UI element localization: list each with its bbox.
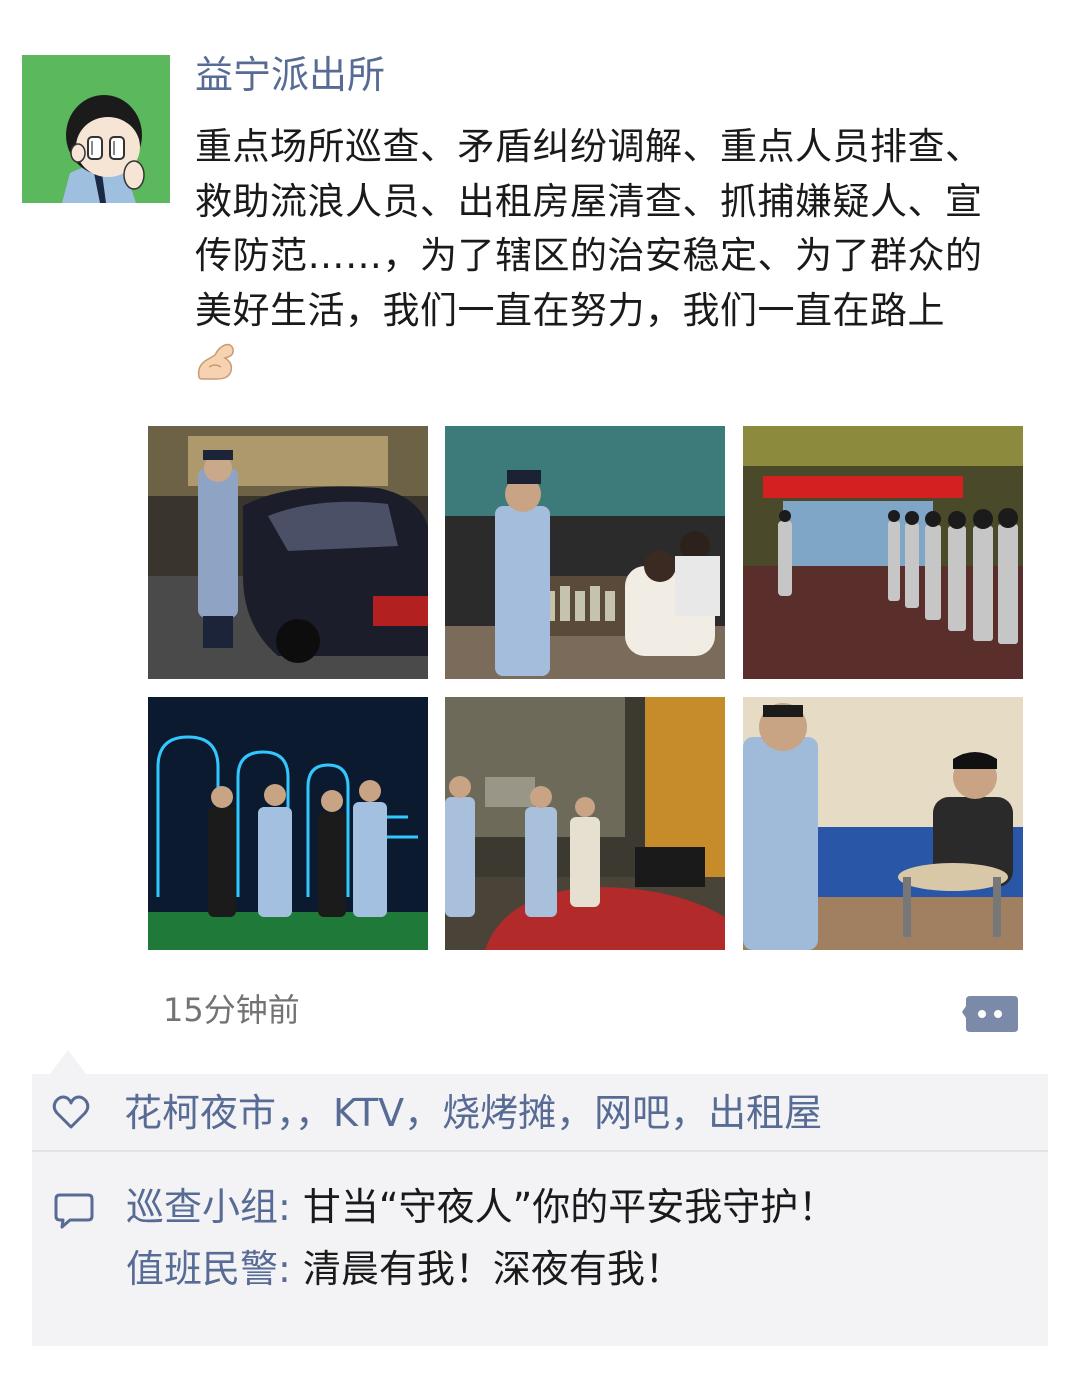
post-timestamp: 15分钟前	[163, 991, 300, 1029]
comment-separator: :	[278, 1185, 303, 1229]
likes-row: 花柯夜市，，KTV，烧烤摊，网吧，出租屋	[32, 1074, 1048, 1150]
likes-divider	[32, 1150, 1048, 1152]
photo-interview-image	[743, 697, 1023, 950]
post-body-text: 重点场所巡查、矛盾纠纷调解、重点人员排查、救助流浪人员、出租房屋清查、抓捕嫌疑人…	[195, 125, 983, 332]
comment-author[interactable]: 值班民警	[126, 1247, 278, 1291]
comment-icon	[54, 1193, 94, 1229]
flexed-biceps-emoji	[197, 343, 234, 380]
photo-ktv-inspection[interactable]	[148, 697, 428, 950]
photo-interview[interactable]	[743, 697, 1023, 950]
comment-text: 甘当“守夜人”你的平安我守护！	[302, 1185, 837, 1229]
photo-patrol-car-image	[148, 426, 428, 679]
more-actions-button[interactable]	[962, 992, 1018, 1032]
police-cartoon-avatar	[22, 55, 170, 203]
comment-item[interactable]: 巡查小组: 甘当“守夜人”你的平安我守护！	[126, 1182, 836, 1232]
comment-author[interactable]: 巡查小组	[126, 1185, 278, 1229]
comment-text: 清晨有我！深夜有我！	[302, 1247, 683, 1291]
photo-street-patrol-image	[445, 697, 725, 950]
post-text: 重点场所巡查、矛盾纠纷调解、重点人员排查、救助流浪人员、出租房屋清查、抓捕嫌疑人…	[195, 120, 985, 393]
photo-squad-lineup[interactable]	[743, 426, 1023, 679]
author-avatar[interactable]	[22, 55, 170, 203]
photo-bar-inspection[interactable]	[445, 426, 725, 679]
photo-street-patrol[interactable]	[445, 697, 725, 950]
photo-ktv-inspection-image	[148, 697, 428, 950]
heart-icon[interactable]	[52, 1094, 90, 1130]
comment-item[interactable]: 值班民警: 清晨有我！深夜有我！	[126, 1244, 683, 1294]
panel-caret	[50, 1050, 86, 1074]
comment-separator: :	[278, 1247, 303, 1291]
photo-bar-inspection-image	[445, 426, 725, 679]
photo-squad-lineup-image	[743, 426, 1023, 679]
likes-list[interactable]: 花柯夜市，，KTV，烧烤摊，网吧，出租屋	[124, 1088, 822, 1138]
author-name[interactable]: 益宁派出所	[195, 50, 385, 100]
likes-comments-panel: 花柯夜市，，KTV，烧烤摊，网吧，出租屋 巡查小组: 甘当“守夜人”你的平安我守…	[32, 1074, 1048, 1346]
photo-patrol-car[interactable]	[148, 426, 428, 679]
